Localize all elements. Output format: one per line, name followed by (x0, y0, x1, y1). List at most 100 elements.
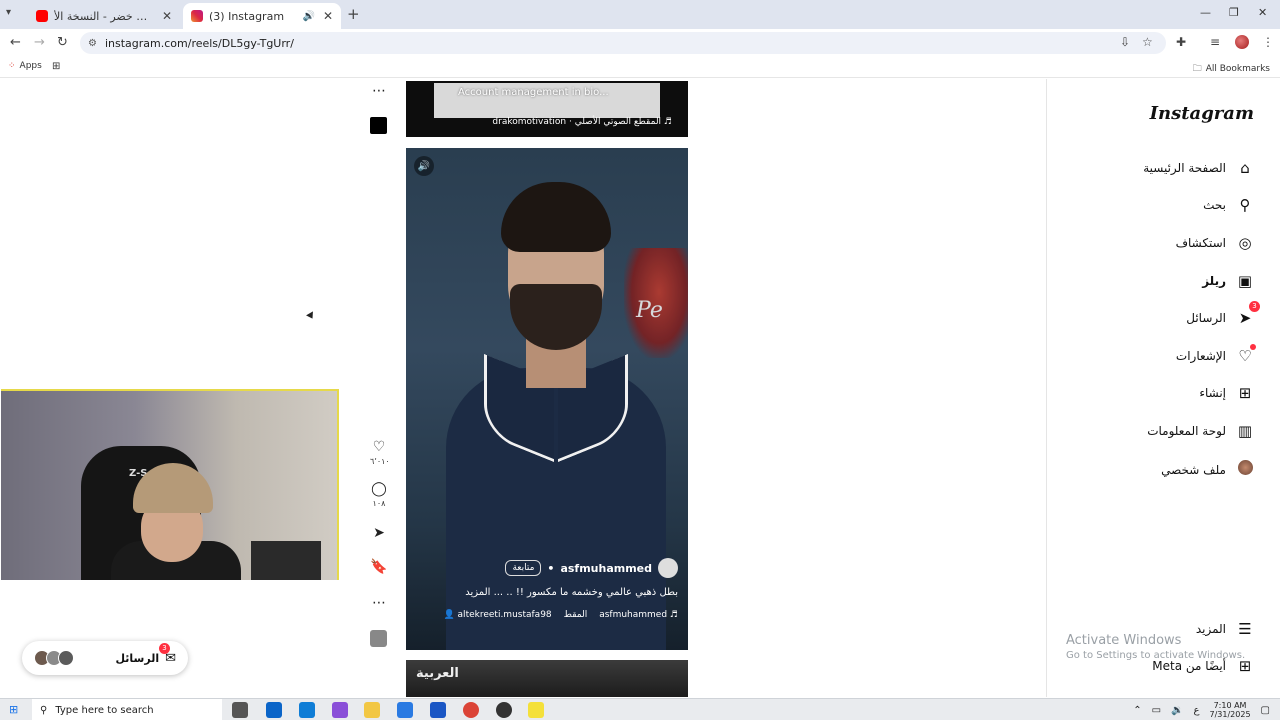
dashboard-icon: ▥ (1237, 422, 1253, 440)
media-control-icon[interactable]: ≡ (1210, 35, 1220, 49)
reel-previous[interactable]: Account management in bio... drakomotiva… (406, 81, 688, 137)
nav-messages[interactable]: ➤ 3 الرسائل (1186, 301, 1260, 327)
reel-caption[interactable]: بطل ذهبي عالمي وخشمه ما مكسور !! .. ... … (416, 587, 678, 598)
reel-video[interactable]: Pe 🔊 asfmuhammed • متابعة بطل ذهبي عالمي… (406, 148, 688, 650)
messages-pill[interactable]: الرسائل ✉ 3 (22, 641, 188, 675)
plus-square-icon: ⊞ (1238, 384, 1252, 402)
nav-home[interactable]: ⌂ الصفحة الرئيسية (1143, 159, 1254, 177)
send-icon: ➤ 3 (1236, 301, 1260, 327)
sound-icon[interactable]: 🔊 (414, 156, 434, 176)
edge-icon[interactable] (299, 702, 315, 718)
bookmarks-bar: ⁘ Apps ⊞ 🗀 All Bookmarks (0, 56, 1280, 78)
message-avatars (34, 650, 74, 666)
obs-icon[interactable] (496, 702, 512, 718)
bookmark-apps[interactable]: ⁘ Apps (8, 61, 42, 71)
share-icon[interactable]: ➤ (370, 525, 388, 541)
nav-notifications[interactable]: ♡ الإشعارات (1175, 344, 1256, 365)
audio-user[interactable]: ♬ asfmuhammed (599, 610, 678, 620)
minimize-button[interactable]: — (1200, 6, 1211, 19)
clock-date: 7/31/2025 (1209, 710, 1251, 719)
windows-start-icon[interactable]: ⊞ (9, 703, 18, 716)
nav-label: الرسائل (1186, 311, 1226, 325)
forward-button[interactable]: → (34, 35, 45, 50)
reload-button[interactable]: ↻ (57, 35, 68, 50)
reel-next[interactable]: العربية (406, 660, 688, 697)
overlay-text: Account management in bio... (458, 87, 609, 98)
profile-avatar-icon (1236, 460, 1254, 479)
all-bookmarks[interactable]: 🗀 All Bookmarks (1193, 61, 1270, 77)
audio-thumb-square[interactable] (370, 117, 387, 134)
instagram-page: Account management in bio... drakomotiva… (0, 79, 1280, 697)
outlook-icon[interactable] (266, 702, 282, 718)
language-indicator[interactable]: ع (1194, 705, 1200, 716)
close-icon[interactable]: ✕ (323, 9, 333, 23)
nav-label: بحث (1203, 198, 1226, 212)
profile-avatar[interactable] (1235, 35, 1249, 49)
nav-dashboard[interactable]: ▥ لوحة المعلومات (1147, 422, 1254, 440)
menu-icon[interactable]: ⋮ (1262, 35, 1274, 49)
clock[interactable]: 7:10 AM 7/31/2025 (1210, 701, 1251, 719)
nav-label: أيضًا من Meta (1152, 659, 1226, 673)
avatar[interactable] (658, 558, 678, 578)
more-options-icon[interactable]: ⋯ (370, 595, 388, 611)
like-button[interactable]: ♡ ٦٬٠١٠ (370, 439, 390, 466)
nav-profile[interactable]: ملف شخصي (1161, 460, 1254, 479)
nav-reels[interactable]: ▣ ريلز (1202, 272, 1254, 290)
follow-button[interactable]: متابعة (505, 560, 542, 576)
network-icon[interactable]: ▭ (1152, 705, 1161, 716)
audio-thumbnail[interactable] (370, 630, 387, 647)
audio-label[interactable]: المقط (564, 610, 588, 620)
reel-audio-label[interactable]: drakomotivation · المقطع الصوتي الأصلي ♬ (462, 117, 688, 127)
defender-icon[interactable] (430, 702, 446, 718)
next-brand-text: العربية (416, 666, 459, 681)
bookmark-star-icon[interactable]: ☆ (1142, 35, 1153, 49)
app-yellow-icon[interactable] (528, 702, 544, 718)
site-info-icon[interactable]: ⚙ (88, 38, 97, 49)
address-bar[interactable]: ⚙ instagram.com/reels/DL5gy-TgUrr/ (80, 32, 1166, 54)
bookmark-apps-label: Apps (19, 61, 42, 71)
tab-youtube[interactable]: اه يا ليل - ياس خضر - النسخة الأ ✕ (28, 3, 180, 29)
speaker-icon[interactable]: 🔊 (302, 11, 314, 22)
volume-icon[interactable]: 🔉 (1171, 705, 1183, 716)
nav-label: الإشعارات (1175, 349, 1226, 363)
back-button[interactable]: ← (10, 35, 21, 50)
close-window-button[interactable]: ✕ (1258, 6, 1267, 19)
webcam-overlay: Z-S (1, 389, 339, 580)
nav-explore[interactable]: ◎ استكشاف (1176, 234, 1254, 252)
separator: • (547, 561, 555, 575)
nav-label: ملف شخصي (1161, 462, 1226, 477)
reel-info: asfmuhammed • متابعة بطل ذهبي عالمي وخشم… (406, 558, 688, 620)
store-icon[interactable] (397, 702, 413, 718)
copilot-icon[interactable] (332, 702, 348, 718)
more-options-icon[interactable]: ⋯ (370, 83, 388, 99)
instagram-logo[interactable]: Instagram (1150, 103, 1254, 124)
instagram-icon (191, 10, 203, 22)
close-icon[interactable]: ✕ (162, 9, 172, 23)
new-tab-button[interactable]: + (347, 5, 360, 23)
restore-button[interactable]: ❐ (1229, 6, 1239, 19)
tagged-user[interactable]: altekreeti.mustafa98 👤 (443, 610, 551, 620)
file-explorer-icon[interactable] (364, 702, 380, 718)
activate-line1: Activate Windows (1066, 633, 1182, 648)
chevron-up-icon[interactable]: ⌃ (1133, 705, 1141, 716)
comment-icon: ◯ (371, 481, 387, 497)
messages-badge: 3 (159, 642, 170, 654)
tab-instagram[interactable]: (3) Instagram 🔊 ✕ (183, 3, 341, 29)
extensions-icon[interactable]: ✚ (1176, 35, 1186, 49)
task-view-icon[interactable] (232, 702, 248, 718)
home-icon: ⌂ (1240, 159, 1250, 177)
reel-username[interactable]: asfmuhammed (560, 562, 652, 575)
nav-search[interactable]: ⚲ بحث (1203, 196, 1254, 214)
save-icon[interactable]: 🔖 (370, 559, 388, 575)
system-tray: ⌃ ▭ 🔉 ع 7:10 AM 7/31/2025 ▢ (1133, 701, 1270, 719)
tab-groups-icon[interactable]: ⊞ (52, 61, 60, 72)
mouse-cursor (306, 311, 316, 321)
install-app-icon[interactable]: ⇩ (1120, 35, 1130, 49)
nav-create[interactable]: ⊞ إنشاء (1199, 384, 1254, 402)
notification-icon[interactable]: ▢ (1261, 705, 1270, 716)
tab-search-dropdown-icon[interactable]: ▾ (6, 7, 11, 18)
taskbar-search[interactable]: ⚲ Type here to search (32, 699, 222, 720)
chrome-icon[interactable] (463, 702, 479, 718)
nav-label: الصفحة الرئيسية (1143, 161, 1226, 175)
comment-button[interactable]: ◯ ١٠٨ (370, 481, 388, 508)
